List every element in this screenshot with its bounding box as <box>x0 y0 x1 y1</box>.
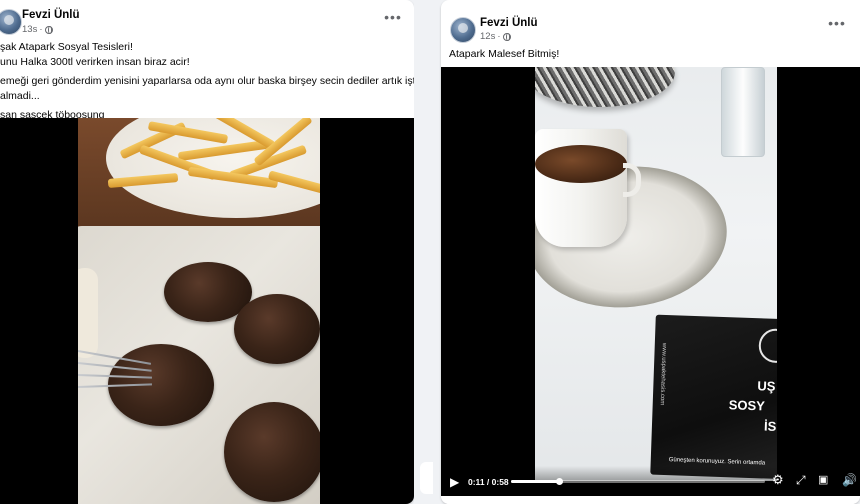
post-footer <box>441 496 860 504</box>
post-line: Atapark Malesef Bitmiş! <box>449 48 560 60</box>
post-header: Fevzi Ünlü 12s · ••• <box>441 0 860 43</box>
post-text: şak Atapark Sosyal Tesisleri! unu Halka … <box>0 40 414 123</box>
post-meta: 13s · <box>22 24 53 35</box>
glass <box>721 67 765 157</box>
post-meta: 12s · <box>480 31 511 42</box>
pack-website: www.uspaktehasis.com <box>658 342 667 406</box>
post-line: unu Halka 300tl verirken insan biraz aci… <box>0 56 190 68</box>
picture-in-picture-icon[interactable]: ▣ <box>818 474 828 486</box>
feed-gap <box>414 0 441 504</box>
video-controls: ▶ 0:11 / 0:58 ⚙ ⤢ ▣ 🔊 <box>441 466 860 496</box>
volume-icon[interactable]: 🔊 <box>842 474 857 486</box>
post-line: emeği geri gönderdim yenisini yaparlarsa… <box>0 75 414 87</box>
author-name[interactable]: Fevzi Ünlü <box>480 17 538 29</box>
author-name[interactable]: Fevzi Ünlü <box>22 9 80 21</box>
kofte <box>234 294 320 364</box>
post-video[interactable]: www.uspaktehasis.com UŞ SOSY İS Güneşten… <box>441 67 860 496</box>
pack-title: UŞ <box>757 378 776 394</box>
post-card-right: Fevzi Ünlü 12s · ••• Atapark Malesef Bit… <box>441 0 860 504</box>
side-card <box>420 462 433 494</box>
food-photo <box>78 118 320 504</box>
kofte <box>224 402 320 502</box>
post-header: Fevzi Ünlü 13s · ••• <box>0 0 414 38</box>
globe-icon <box>44 25 53 34</box>
post-line: almadi... <box>0 90 40 102</box>
video-time: 0:11 / 0:58 <box>468 477 509 487</box>
post-line: şak Atapark Sosyal Tesisleri! <box>0 41 133 53</box>
more-options-icon[interactable]: ••• <box>826 16 848 38</box>
post-time[interactable]: 13s <box>22 24 37 35</box>
coffee <box>535 145 627 183</box>
sugar-pack: www.uspaktehasis.com UŞ SOSY İS Güneşten… <box>650 314 777 480</box>
post-card-left: Fevzi Ünlü 13s · ••• şak Atapark Sosyal … <box>0 0 414 504</box>
play-icon[interactable]: ▶ <box>450 476 459 488</box>
avatar[interactable] <box>450 17 476 43</box>
expand-icon[interactable]: ⤢ <box>796 474 806 486</box>
globe-icon <box>502 32 511 41</box>
post-photo[interactable] <box>0 118 414 504</box>
more-options-icon[interactable]: ••• <box>382 10 404 32</box>
gear-icon[interactable]: ⚙ <box>772 473 784 486</box>
post-text: Atapark Malesef Bitmiş! <box>449 47 559 62</box>
video-progress-fill <box>511 480 560 483</box>
avatar[interactable] <box>0 9 22 35</box>
pack-logo <box>758 328 777 364</box>
video-frame: www.uspaktehasis.com UŞ SOSY İS Güneşten… <box>535 67 777 481</box>
video-progress-bar[interactable] <box>511 478 765 485</box>
seed-bowl <box>535 67 675 107</box>
pack-title: İS <box>763 418 777 434</box>
pack-title: SOSY <box>728 397 766 414</box>
video-progress-knob[interactable] <box>556 478 564 485</box>
post-time[interactable]: 12s <box>480 31 495 42</box>
